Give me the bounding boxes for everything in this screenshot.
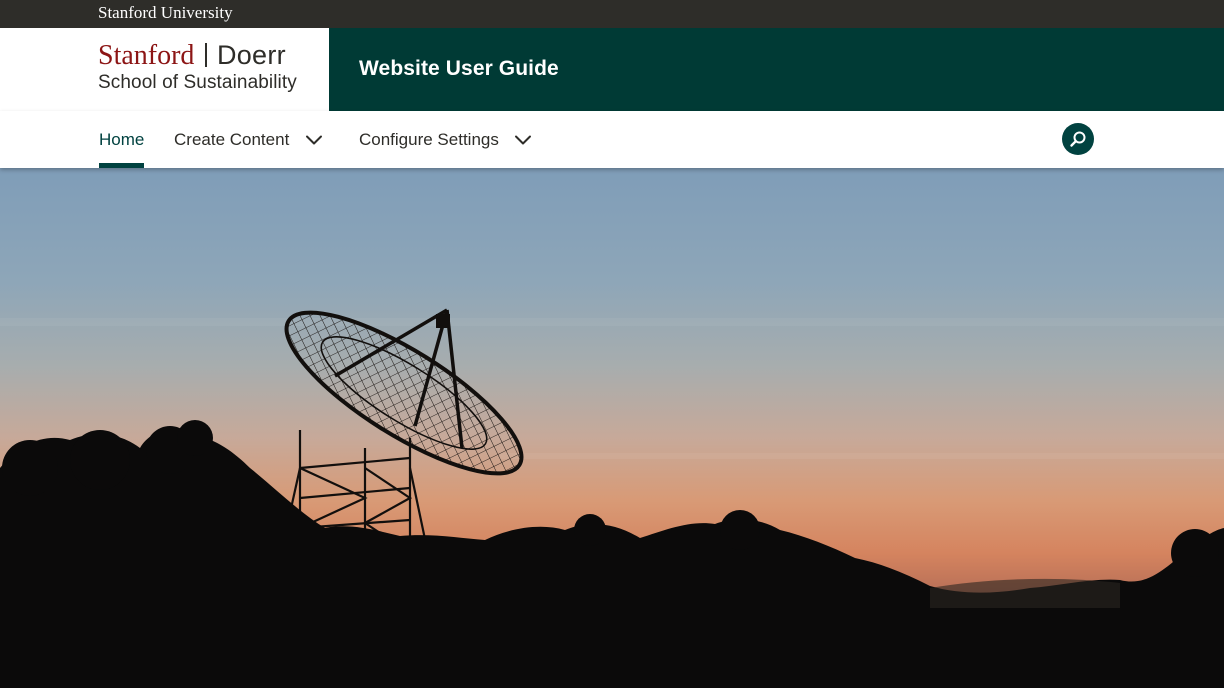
- logo-divider: [205, 43, 207, 67]
- main-navigation: Home Create Content Configure Settings: [0, 111, 1224, 168]
- site-title-band: Website User Guide: [329, 28, 1224, 111]
- logo-doerr-text: Doerr: [216, 40, 286, 70]
- global-header-bar: Stanford University: [0, 0, 1224, 28]
- search-icon: [1070, 131, 1086, 147]
- masthead: Stanford Doerr School of Sustainability W…: [0, 28, 1224, 111]
- logo-wordmark: Stanford Doerr: [98, 40, 286, 75]
- site-title-link[interactable]: Website User Guide: [359, 56, 559, 82]
- logo-subtitle: School of Sustainability: [98, 72, 297, 93]
- logo-stanford-text: Stanford: [98, 40, 195, 71]
- hero-image: [0, 168, 1224, 688]
- page: Stanford University Stanford Doerr School…: [0, 0, 1224, 688]
- stanford-university-link[interactable]: Stanford University: [98, 3, 233, 23]
- chevron-down-icon[interactable]: [302, 128, 326, 152]
- search-button[interactable]: [1062, 123, 1094, 155]
- nav-item-home[interactable]: Home: [99, 111, 145, 168]
- hero-dish-sunset-image: [0, 168, 1224, 688]
- site-logo[interactable]: Stanford Doerr School of Sustainability: [98, 40, 318, 100]
- chevron-down-icon[interactable]: [511, 128, 535, 152]
- nav-item-configure-settings[interactable]: Configure Settings: [359, 111, 499, 168]
- nav-item-create-content[interactable]: Create Content: [174, 111, 289, 168]
